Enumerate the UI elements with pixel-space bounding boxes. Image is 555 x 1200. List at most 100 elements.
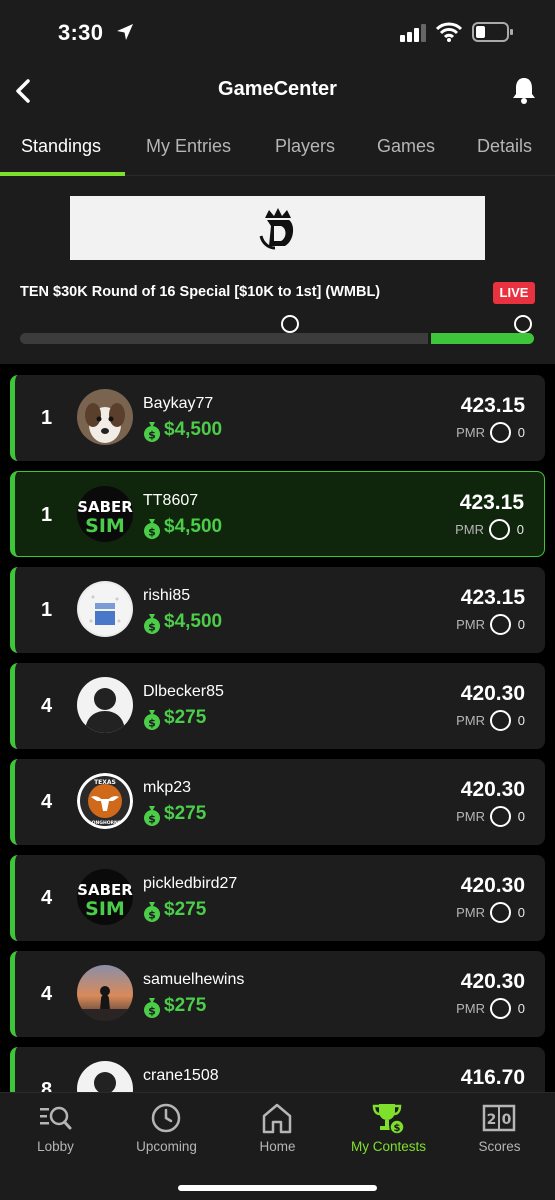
gamecenter-tabs: Standings My Entries Players Games Detai…: [0, 118, 555, 176]
avatar: SABER SIM: [77, 486, 133, 542]
avatar: [77, 1061, 133, 1092]
svg-text:$: $: [148, 813, 156, 826]
contest-banner: [70, 196, 485, 260]
standing-row[interactable]: 4 samuelhewins $ $275 420.30 PMR 0: [10, 951, 545, 1037]
trophy-icon: $: [372, 1104, 405, 1135]
avatar-text: SABER: [77, 498, 133, 516]
nav-label: My Contests: [350, 1139, 427, 1154]
draftkings-crown-logo: [259, 208, 293, 250]
pmr-label: PMR: [456, 809, 485, 824]
money-bag-icon: $: [144, 902, 160, 922]
nav-upcoming[interactable]: Upcoming: [111, 1093, 222, 1167]
money-bag-icon: $: [144, 422, 160, 442]
nav-home[interactable]: Home: [222, 1093, 333, 1167]
standings-list: 1 Baykay77 $ $4,500 423.15 PMR 0 1 SABER…: [0, 364, 555, 1092]
tab-games[interactable]: Games: [377, 136, 435, 157]
money-bag-icon: $: [144, 998, 160, 1018]
scoreboard-icon: 2 0: [482, 1104, 516, 1132]
pmr-label: PMR: [456, 425, 485, 440]
username: mkp23: [143, 779, 192, 796]
fantasy-points: 423.15: [459, 491, 524, 514]
username: samuelhewins: [143, 971, 245, 988]
pmr-value: 0: [517, 1001, 525, 1016]
wifi-icon: [436, 22, 462, 42]
home-icon: [262, 1103, 292, 1134]
standing-row[interactable]: 4 TEXAS LONGHORNS mkp23 $ $275 420.30 PM…: [10, 759, 545, 845]
clock-icon: [151, 1103, 181, 1133]
search-list-icon: [40, 1106, 72, 1130]
rank: 4: [41, 887, 53, 909]
standing-row[interactable]: 4 SABER SIM pickledbird27 $ $275 420.30 …: [10, 855, 545, 941]
bell-icon: [513, 78, 535, 104]
standing-row[interactable]: 8 crane1508 416.70: [10, 1047, 545, 1092]
svg-text:0: 0: [502, 1112, 512, 1128]
standing-row[interactable]: 1 rishi85 $ $4,500 423.15 PMR 0: [10, 567, 545, 653]
nav-scores[interactable]: 2 0 Scores: [444, 1093, 555, 1167]
pmr-label: PMR: [456, 905, 485, 920]
pmr-progress-ring: [490, 614, 511, 635]
money-bag-icon: $: [144, 519, 160, 539]
avatar-text: TEXAS: [94, 779, 116, 786]
nav-label: Scores: [478, 1139, 521, 1154]
location-arrow-icon: [117, 24, 133, 40]
username: Baykay77: [143, 395, 214, 412]
fantasy-points: 420.30: [460, 682, 525, 705]
fantasy-points: 420.30: [460, 778, 525, 801]
user-position-marker: [514, 315, 532, 333]
standing-row[interactable]: 4 Dlbecker85 $ $275 420.30 PMR 0: [10, 663, 545, 749]
status-bar: 3:30: [0, 0, 555, 64]
svg-text:$: $: [148, 1005, 156, 1018]
pmr-label: PMR: [455, 522, 484, 537]
standing-row-current-user[interactable]: 1 SABER SIM TT8607 $ $4,500 423.15 PMR 0: [10, 471, 545, 557]
pmr-progress-ring: [490, 998, 511, 1019]
nav-label: Lobby: [37, 1139, 74, 1154]
avatar: [77, 389, 133, 445]
pmr-progress-ring: [490, 902, 511, 923]
avatar: SABER SIM: [77, 869, 133, 925]
rank: 1: [41, 599, 53, 621]
bottom-navigation: Lobby Upcoming Home $ My Contests 2 0 Sc…: [0, 1092, 555, 1200]
rank: 1: [41, 407, 53, 429]
nav-my-contests[interactable]: $ My Contests: [333, 1093, 444, 1167]
tab-my-entries[interactable]: My Entries: [146, 136, 231, 157]
pmr-value: 0: [517, 617, 525, 632]
tab-players[interactable]: Players: [275, 136, 335, 157]
username: TT8607: [143, 492, 199, 509]
battery-icon: [472, 22, 513, 42]
fantasy-points: 420.30: [460, 874, 525, 897]
page-title: GameCenter: [218, 78, 337, 100]
standing-row[interactable]: 1 Baykay77 $ $4,500 423.15 PMR 0: [10, 375, 545, 461]
nav-lobby[interactable]: Lobby: [0, 1093, 111, 1167]
live-badge: LIVE: [493, 282, 535, 304]
rank: 4: [41, 695, 53, 717]
avatar: TEXAS LONGHORNS: [77, 773, 133, 829]
pmr-label: PMR: [456, 1001, 485, 1016]
fantasy-points: 420.30: [460, 970, 525, 993]
fantasy-points: 423.15: [460, 394, 525, 417]
pmr-label: PMR: [456, 713, 485, 728]
svg-text:$: $: [148, 429, 156, 442]
notifications-button[interactable]: [509, 74, 539, 106]
prize-amount: $275: [164, 899, 207, 920]
avatar-text: SIM: [85, 898, 125, 920]
status-time: 3:30: [58, 20, 104, 45]
avatar-text: SIM: [85, 515, 125, 537]
tab-standings[interactable]: Standings: [21, 136, 101, 157]
contest-progress-bar: [20, 333, 534, 344]
prize-amount: $4,500: [164, 611, 223, 632]
username: Dlbecker85: [143, 683, 224, 700]
svg-text:$: $: [148, 717, 156, 730]
payout-marker: [281, 315, 299, 333]
rank: 8: [41, 1079, 53, 1092]
money-bag-icon: $: [144, 806, 160, 826]
fantasy-points: 423.15: [460, 586, 525, 609]
prize-amount: $275: [164, 803, 207, 824]
home-indicator: [178, 1185, 377, 1191]
pmr-value: 0: [517, 905, 525, 920]
username: rishi85: [143, 587, 191, 604]
svg-text:$: $: [148, 909, 156, 922]
pmr-progress-ring: [490, 806, 511, 827]
tab-details[interactable]: Details: [477, 136, 532, 157]
pmr-value: 0: [516, 522, 524, 537]
cellular-signal-icon: [400, 24, 426, 42]
